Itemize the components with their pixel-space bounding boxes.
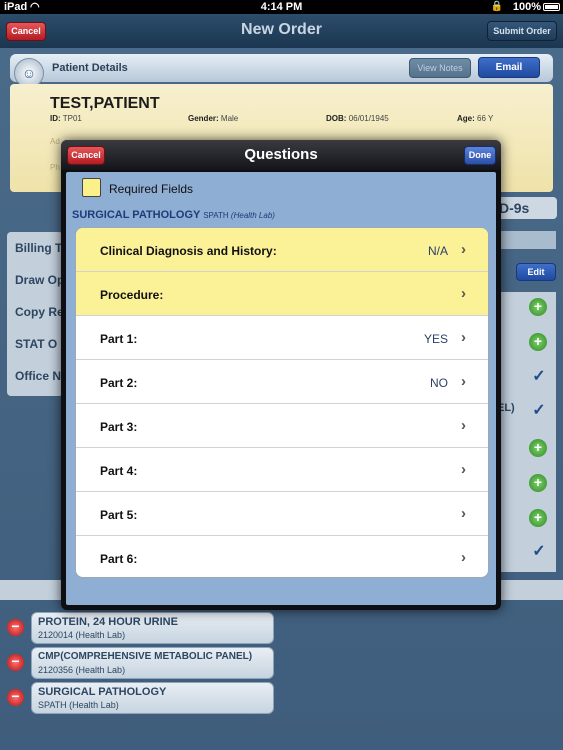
question-row-part-5[interactable]: Part 5: › xyxy=(76,492,488,536)
order-code: 2120356 (Health Lab) xyxy=(38,665,126,675)
question-label: Procedure: xyxy=(100,288,164,302)
stat-order-item[interactable]: STAT O xyxy=(15,337,57,351)
icd9-subheader xyxy=(498,231,556,249)
add-icon[interactable]: + xyxy=(529,439,547,457)
patient-phone-label: Ph xyxy=(50,163,60,172)
order-item[interactable]: PROTEIN, 24 HOUR URINE 2120014 (Health L… xyxy=(31,612,274,644)
copy-results-item[interactable]: Copy Re xyxy=(15,305,64,319)
modal-title: Questions xyxy=(244,146,318,163)
question-label: Part 4: xyxy=(100,464,138,478)
required-fields-label: Required Fields xyxy=(109,182,194,196)
icd9-list xyxy=(498,292,556,572)
question-row-procedure[interactable]: Procedure: › xyxy=(76,272,488,316)
patient-age: Age: 66 Y xyxy=(457,114,494,123)
question-value: N/A xyxy=(427,244,448,258)
patient-name: TEST,PATIENT xyxy=(50,95,160,112)
patient-address-label: Ad xyxy=(50,137,60,146)
order-item[interactable]: CMP(COMPREHENSIVE METABOLIC PANEL) 21203… xyxy=(31,647,274,679)
question-value: YES xyxy=(423,332,448,346)
email-button[interactable]: Email xyxy=(478,57,540,78)
patient-gender: Gender: Male xyxy=(188,114,239,123)
question-row-part-4[interactable]: Part 4: › xyxy=(76,448,488,492)
chevron-right-icon: › xyxy=(461,505,466,522)
question-row-part-2[interactable]: Part 2: NO › xyxy=(76,360,488,404)
question-label: Part 3: xyxy=(100,420,138,434)
view-notes-button[interactable]: View Notes xyxy=(409,58,471,78)
questions-list: Clinical Diagnosis and History: N/A › Pr… xyxy=(75,227,489,578)
edit-button[interactable]: Edit xyxy=(516,263,556,281)
question-label: Part 2: xyxy=(100,376,138,390)
question-row-clinical-diagnosis[interactable]: Clinical Diagnosis and History: N/A › xyxy=(76,228,488,272)
chevron-right-icon: › xyxy=(461,549,466,566)
patient-dob: DOB: 06/01/1945 xyxy=(326,114,389,123)
order-name: PROTEIN, 24 HOUR URINE xyxy=(38,616,178,628)
draw-options-item[interactable]: Draw Op xyxy=(15,273,64,287)
question-label: Part 1: xyxy=(100,332,138,346)
question-label: Part 5: xyxy=(100,508,138,522)
order-item[interactable]: SURGICAL PATHOLOGY SPATH (Health Lab) xyxy=(31,682,274,714)
nav-cancel-button[interactable]: Cancel xyxy=(6,22,46,41)
chevron-right-icon: › xyxy=(461,417,466,434)
chevron-right-icon: › xyxy=(461,329,466,346)
page-title: New Order xyxy=(241,21,322,38)
chevron-right-icon: › xyxy=(461,461,466,478)
order-name: CMP(COMPREHENSIVE METABOLIC PANEL) xyxy=(38,651,253,662)
battery-percent: 100% xyxy=(512,1,541,13)
remove-icon[interactable]: − xyxy=(7,619,24,636)
add-icon[interactable]: + xyxy=(529,333,547,351)
remove-icon[interactable]: − xyxy=(7,654,24,671)
question-label: Part 6: xyxy=(100,552,138,566)
checkmark-icon[interactable]: ✓ xyxy=(530,402,548,420)
checkmark-icon[interactable]: ✓ xyxy=(530,543,548,561)
question-row-part-3[interactable]: Part 3: › xyxy=(76,404,488,448)
add-icon[interactable]: + xyxy=(529,509,547,527)
patient-id: ID: TP01 xyxy=(50,114,82,123)
remove-icon[interactable]: − xyxy=(7,689,24,706)
submit-order-button[interactable]: Submit Order xyxy=(487,21,557,41)
question-row-part-6[interactable]: Part 6: › xyxy=(76,536,488,577)
checkmark-icon[interactable]: ✓ xyxy=(530,368,548,386)
office-notes-item[interactable]: Office N xyxy=(15,369,61,383)
lock-icon: 🔒 xyxy=(490,1,503,12)
modal-done-button[interactable]: Done xyxy=(464,146,496,165)
nav-bar: New Order Cancel Submit Order xyxy=(0,14,563,48)
patient-details-title: Patient Details xyxy=(52,62,128,74)
billing-type-item[interactable]: Billing T xyxy=(15,241,62,255)
icd9-header: D-9s xyxy=(495,197,557,219)
question-row-part-1[interactable]: Part 1: YES › xyxy=(76,316,488,360)
question-label: Clinical Diagnosis and History: xyxy=(100,244,277,258)
chevron-right-icon: › xyxy=(461,373,466,390)
modal-cancel-button[interactable]: Cancel xyxy=(67,146,105,165)
chevron-right-icon: › xyxy=(461,285,466,302)
chevron-right-icon: › xyxy=(461,241,466,258)
battery-icon xyxy=(543,3,560,11)
question-value: NO xyxy=(430,376,448,390)
add-icon[interactable]: + xyxy=(529,474,547,492)
order-code: 2120014 (Health Lab) xyxy=(38,630,126,640)
add-icon[interactable]: + xyxy=(529,298,547,316)
status-bar: iPad ◠ 4:14 PM 🔒 100% xyxy=(0,0,563,14)
required-color-swatch xyxy=(82,178,101,197)
order-name: SURGICAL PATHOLOGY xyxy=(38,686,167,698)
order-code: SPATH (Health Lab) xyxy=(38,700,119,710)
clock: 4:14 PM xyxy=(260,1,303,13)
section-header: SURGICAL PATHOLOGY SPATH (Health Lab) xyxy=(72,209,275,221)
